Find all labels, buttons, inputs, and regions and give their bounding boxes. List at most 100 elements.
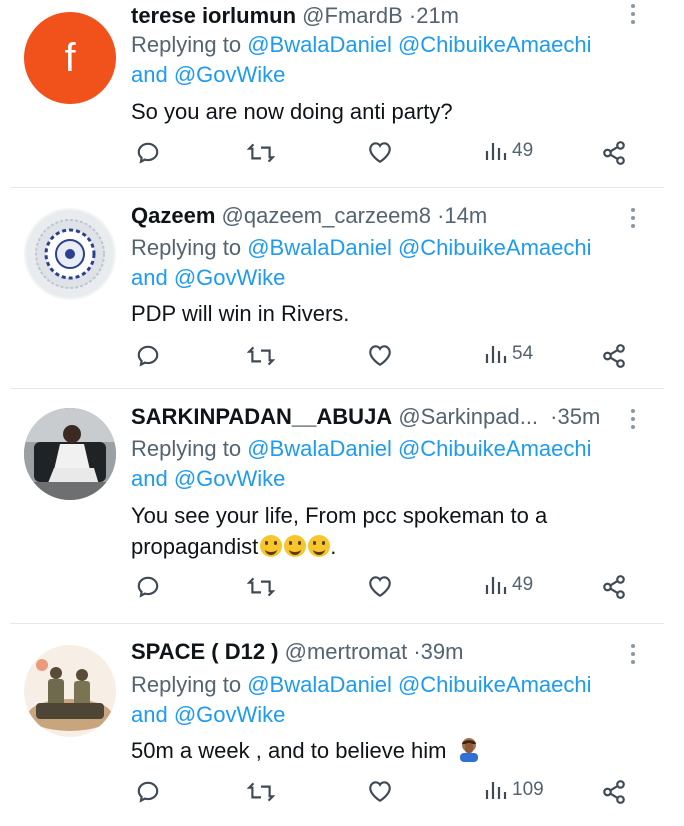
analytics-icon	[485, 577, 507, 594]
replying-to-cont: and @GovWike	[131, 60, 285, 90]
person-avatar-image	[24, 408, 116, 500]
separator-dot: ·	[413, 639, 421, 664]
retweet-icon	[247, 782, 275, 802]
replying-to: Replying to @BwalaDaniel @ChibuikeAmaech…	[131, 30, 591, 60]
more-vertical-icon[interactable]	[630, 4, 636, 28]
tweet-text: PDP will win in Rivers.	[131, 301, 350, 326]
replying-to-cont: and @GovWike	[131, 464, 285, 494]
reply-button[interactable]	[135, 779, 161, 805]
share-button[interactable]	[601, 779, 627, 805]
mention-link[interactable]: @ChibuikeAmaechi	[398, 235, 592, 260]
like-button[interactable]	[367, 140, 393, 164]
mention-link[interactable]: @BwalaDaniel	[247, 436, 392, 461]
replying-to: Replying to @BwalaDaniel @ChibuikeAmaech…	[131, 670, 591, 700]
more-vertical-icon[interactable]	[630, 208, 636, 232]
like-button[interactable]	[367, 574, 393, 598]
separator-dot: ·	[550, 404, 558, 429]
views-button[interactable]: 54	[484, 343, 533, 365]
handle[interactable]: @qazeem_carzeem8	[222, 203, 431, 228]
avatar[interactable]	[24, 208, 116, 300]
display-name[interactable]: terese iorlumun	[131, 3, 296, 28]
replying-to: Replying to @BwalaDaniel @ChibuikeAmaech…	[131, 434, 591, 464]
replying-to-cont: and @GovWike	[131, 700, 285, 730]
mention-link[interactable]: @ChibuikeAmaechi	[398, 32, 592, 57]
share-button[interactable]	[601, 574, 627, 600]
timestamp[interactable]: 35m	[558, 404, 601, 429]
retweet-button[interactable]	[247, 779, 275, 805]
tweet-text-tail: .	[330, 534, 337, 559]
action-bar: 49	[131, 140, 641, 174]
reply-feed: f terese iorlumun @FmardB ·21m Replying …	[0, 0, 684, 826]
views-button[interactable]: 49	[484, 140, 533, 162]
heart-icon	[369, 576, 391, 598]
share-icon	[603, 575, 625, 599]
tweet-header: SPACE ( D12 ) @mertromat ·39m	[131, 638, 463, 666]
mention-link[interactable]: @BwalaDaniel	[247, 32, 392, 57]
avatar[interactable]	[24, 408, 116, 500]
and-label: and	[131, 265, 168, 290]
views-button[interactable]: 49	[484, 574, 533, 596]
share-icon	[603, 780, 625, 804]
timestamp[interactable]: 39m	[421, 639, 464, 664]
mention-link[interactable]: @GovWike	[174, 702, 286, 727]
avatar[interactable]	[24, 645, 116, 737]
reply-icon	[137, 345, 159, 367]
replying-to-label: Replying to	[131, 235, 242, 260]
tweet-header: SARKINPADAN__ABUJA @Sarkinpad... ·35m	[131, 403, 600, 431]
views-count: 49	[512, 140, 534, 161]
person-facepalming-emoji-icon	[457, 736, 481, 762]
handle[interactable]: @Sarkinpad...	[398, 404, 538, 429]
replying-to-label: Replying to	[131, 32, 242, 57]
share-button[interactable]	[601, 140, 627, 166]
tweet-text-line1: You see your life, From pcc spokeman to …	[131, 503, 548, 528]
heart-icon	[369, 142, 391, 164]
grinning-face-emoji-icon	[308, 535, 331, 557]
retweet-button[interactable]	[247, 343, 275, 369]
display-name[interactable]: SPACE ( D12 )	[131, 639, 279, 664]
views-button[interactable]: 109	[484, 779, 544, 801]
tweet-text-body: 50m a week , and to believe him	[131, 738, 447, 763]
mention-link[interactable]: @ChibuikeAmaechi	[398, 672, 592, 697]
display-name[interactable]: SARKINPADAN__ABUJA	[131, 404, 392, 429]
replying-to-cont: and @GovWike	[131, 263, 285, 293]
retweet-icon	[247, 143, 275, 163]
heart-icon	[369, 345, 391, 367]
avatar[interactable]: f	[24, 12, 116, 104]
grinning-face-emoji-icon	[284, 535, 307, 557]
tweet-header: Qazeem @qazeem_carzeem8 ·14m	[131, 202, 487, 230]
reply-button[interactable]	[135, 574, 161, 600]
like-button[interactable]	[367, 343, 393, 367]
retweet-button[interactable]	[247, 140, 275, 166]
timestamp[interactable]: 21m	[416, 3, 459, 28]
retweet-button[interactable]	[247, 574, 275, 600]
mention-link[interactable]: @ChibuikeAmaechi	[398, 436, 592, 461]
share-button[interactable]	[601, 343, 627, 369]
handle[interactable]: @mertromat	[285, 639, 408, 664]
reply-button[interactable]	[135, 343, 161, 369]
analytics-icon	[485, 346, 507, 363]
display-name[interactable]: Qazeem	[131, 203, 215, 228]
mention-link[interactable]: @GovWike	[174, 265, 286, 290]
mention-link[interactable]: @BwalaDaniel	[247, 235, 392, 260]
and-label: and	[131, 62, 168, 87]
like-button[interactable]	[367, 779, 393, 803]
tweet-text-word: propagandist	[131, 534, 259, 559]
reply-button[interactable]	[135, 140, 161, 166]
handle[interactable]: @FmardB	[302, 3, 403, 28]
replying-to-label: Replying to	[131, 672, 242, 697]
action-bar: 54	[131, 343, 641, 377]
mention-link[interactable]: @GovWike	[174, 466, 286, 491]
mention-link[interactable]: @BwalaDaniel	[247, 672, 392, 697]
avatar-letter: f	[64, 35, 76, 80]
soldiers-avatar-image	[24, 645, 116, 737]
timestamp[interactable]: 14m	[444, 203, 487, 228]
more-vertical-icon[interactable]	[630, 644, 636, 668]
tweet-text: You see your life, From pcc spokeman to …	[131, 500, 631, 562]
mention-link[interactable]: @GovWike	[174, 62, 286, 87]
action-bar: 109	[131, 779, 641, 813]
retweet-icon	[247, 577, 275, 597]
retweet-icon	[247, 346, 275, 366]
tweet-header: terese iorlumun @FmardB ·21m	[131, 2, 459, 30]
more-vertical-icon[interactable]	[630, 409, 636, 433]
views-count: 49	[512, 574, 534, 595]
